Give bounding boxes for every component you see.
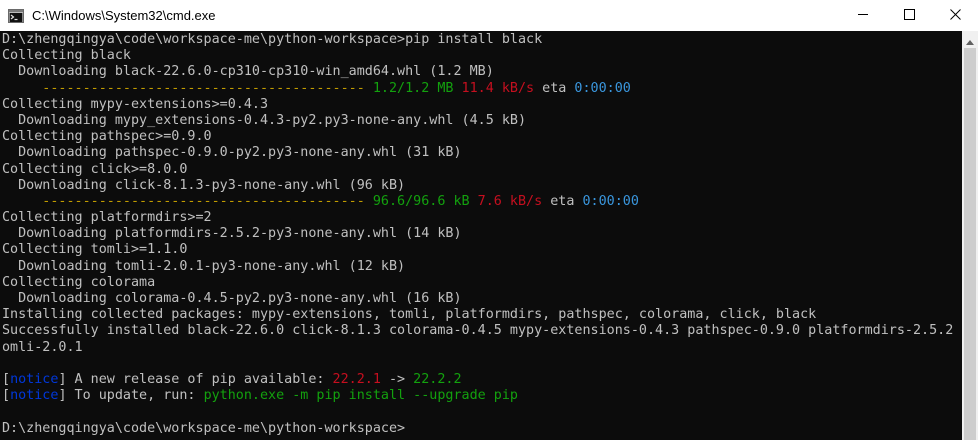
console-line: [notice] To update, run: python.exe -m p…	[2, 388, 962, 404]
minimize-button[interactable]	[840, 0, 886, 31]
console-text: 22.2.2	[413, 371, 462, 387]
console-text: 7.6 kB/s	[477, 193, 543, 209]
console-text: python.exe -m pip install --upgrade pip	[203, 388, 518, 404]
close-icon	[949, 7, 961, 25]
console-line: Collecting mypy-extensions>=0.4.3	[2, 97, 962, 113]
console-text: ] To update, run:	[58, 388, 204, 404]
console-text: 96.6/96.6 kB	[372, 193, 470, 209]
console-line: Collecting black	[2, 48, 962, 64]
console-line: Collecting click>=8.0.0	[2, 162, 962, 178]
console-text: eta	[542, 193, 583, 209]
console-text: Collecting mypy-extensions>=0.4.3	[2, 96, 269, 112]
console-line: ----------------------------------------…	[2, 194, 962, 210]
close-button[interactable]	[932, 0, 978, 31]
console-text: 22.2.1	[332, 371, 381, 387]
console-text: ----------------------------------------	[2, 193, 373, 209]
console-text: [	[2, 371, 11, 387]
window-title: C:\Windows\System32\cmd.exe	[32, 8, 216, 23]
console-text: eta	[534, 80, 575, 96]
console-text: Downloading mypy_extensions-0.4.3-py2.py…	[2, 112, 527, 128]
console-text: Collecting click>=8.0.0	[2, 161, 188, 177]
maximize-icon	[903, 7, 915, 25]
console-text: Downloading black-22.6.0-cp310-cp310-win…	[2, 64, 494, 80]
console-text: D:\zhengqingya\code\workspace-me\python-…	[2, 32, 543, 47]
console-line: Collecting colorama	[2, 275, 962, 291]
console-line: ----------------------------------------…	[2, 81, 962, 97]
title-bar[interactable]: C:\Windows\System32\cmd.exe	[0, 0, 978, 31]
console-line: Collecting tomli>=1.1.0	[2, 242, 962, 258]
console-text: notice	[10, 388, 59, 404]
console-line: Downloading pathspec-0.9.0-py2.py3-none-…	[2, 145, 962, 161]
console-line: Collecting pathspec>=0.9.0	[2, 129, 962, 145]
console-text: Downloading click-8.1.3-py3-none-any.whl…	[2, 177, 406, 193]
console-line: D:\zhengqingya\code\workspace-me\python-…	[2, 32, 962, 48]
console-text: Downloading tomli-2.0.1-py3-none-any.whl…	[2, 258, 406, 274]
maximize-button[interactable]	[886, 0, 932, 31]
console-line: Downloading tomli-2.0.1-py3-none-any.whl…	[2, 259, 962, 275]
console-text: Downloading platformdirs-2.5.2-py3-none-…	[2, 226, 462, 242]
minimize-icon	[857, 7, 869, 25]
console-text: ----------------------------------------	[2, 80, 373, 96]
console-output[interactable]: D:\zhengqingya\code\workspace-me\python-…	[0, 31, 962, 440]
scroll-thumb[interactable]	[964, 48, 976, 440]
console-text: D:\zhengqingya\code\workspace-me\python-…	[2, 420, 406, 436]
console-text: Downloading pathspec-0.9.0-py2.py3-none-…	[2, 145, 462, 161]
console-line: Collecting platformdirs>=2	[2, 210, 962, 226]
console-text: 1.2/1.2 MB	[372, 80, 454, 96]
console-text: Downloading colorama-0.4.5-py2.py3-none-…	[2, 291, 462, 306]
console-lines: D:\zhengqingya\code\workspace-me\python-…	[2, 32, 962, 437]
console-line: Downloading black-22.6.0-cp310-cp310-win…	[2, 64, 962, 80]
console-line: Installing collected packages: mypy-exte…	[2, 307, 962, 323]
vertical-scrollbar[interactable]	[962, 31, 978, 440]
cmd-icon	[8, 8, 24, 23]
console-text: ] A new release of pip available:	[58, 371, 333, 387]
console-text: omli-2.0.1	[2, 339, 83, 355]
console-line: Downloading colorama-0.4.5-py2.py3-none-…	[2, 291, 962, 307]
console-line: Downloading platformdirs-2.5.2-py3-none-…	[2, 226, 962, 242]
console-line: D:\zhengqingya\code\workspace-me\python-…	[2, 421, 962, 437]
console-line: Downloading click-8.1.3-py3-none-any.whl…	[2, 178, 962, 194]
console-line: Downloading mypy_extensions-0.4.3-py2.py…	[2, 113, 962, 129]
console-text: ->	[380, 371, 414, 387]
console-text: Collecting black	[2, 48, 131, 64]
console-text: Installing collected packages: mypy-exte…	[2, 307, 817, 323]
console-text: [	[2, 388, 11, 404]
scroll-up-button[interactable]	[962, 31, 978, 47]
console-text: Collecting colorama	[2, 274, 156, 290]
cmd-window: C:\Windows\System32\cmd.exe D:\zhengqing…	[0, 0, 978, 440]
console-text: Collecting platformdirs>=2	[2, 210, 212, 226]
console-text: Collecting tomli>=1.1.0	[2, 242, 188, 258]
console-line: Successfully installed black-22.6.0 clic…	[2, 323, 962, 339]
window-controls	[840, 0, 978, 31]
console-text: Successfully installed black-22.6.0 clic…	[2, 323, 962, 339]
console-text: 0:00:00	[582, 193, 639, 209]
console-text: 11.4 kB/s	[461, 80, 535, 96]
console-text: 0:00:00	[574, 80, 631, 96]
console-text: Collecting pathspec>=0.9.0	[2, 129, 212, 145]
scroll-up-arrow-icon	[966, 30, 974, 49]
console-text: notice	[10, 371, 59, 387]
console-line: omli-2.0.1	[2, 340, 962, 356]
console-line: [notice] A new release of pip available:…	[2, 372, 962, 388]
